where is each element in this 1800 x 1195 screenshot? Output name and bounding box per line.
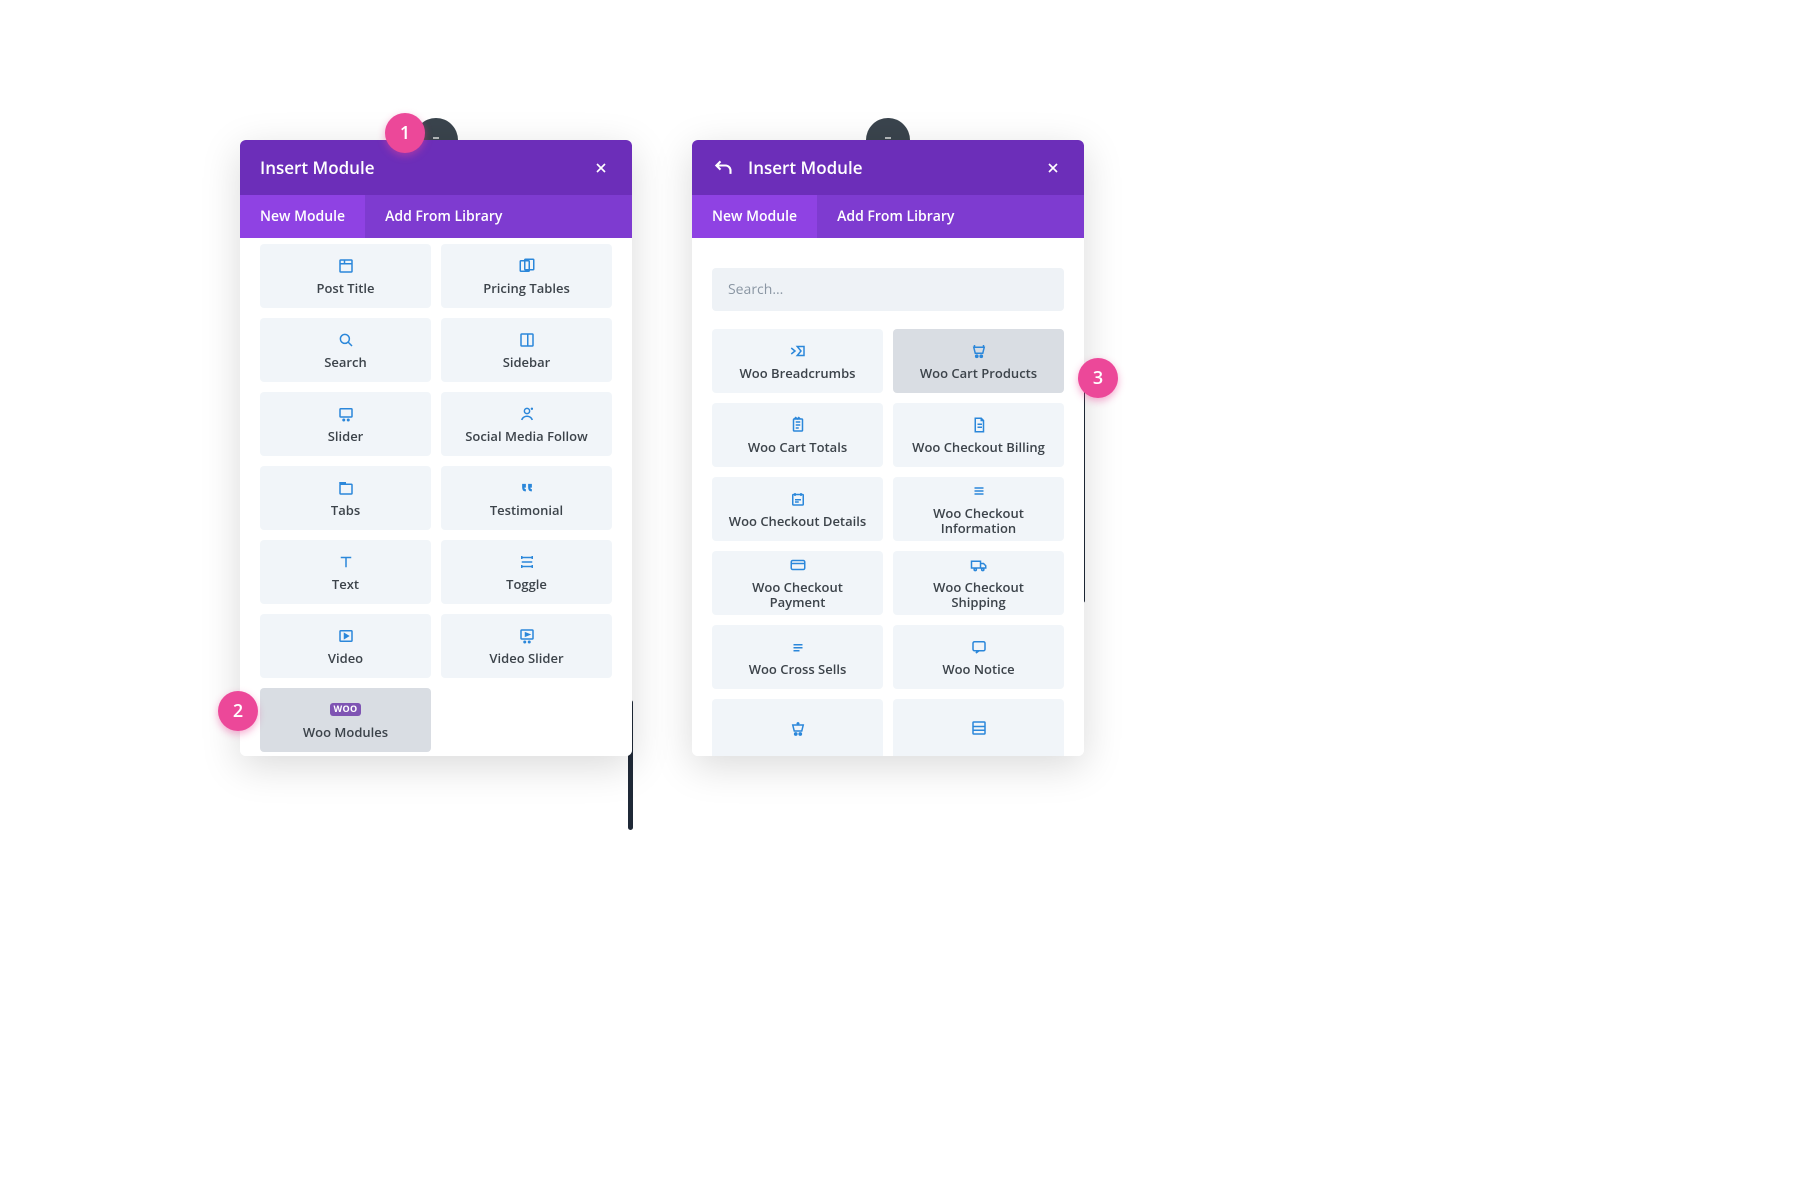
module-toggle[interactable]: Toggle xyxy=(441,540,612,604)
module-label: Woo Checkout Payment xyxy=(733,580,863,610)
module-text[interactable]: Text xyxy=(260,540,431,604)
module-woo-breadcrumbs[interactable]: Woo Breadcrumbs xyxy=(712,329,883,393)
module-label: Post Title xyxy=(317,281,375,296)
module-label: Testimonial xyxy=(490,503,563,518)
receipt-icon xyxy=(789,416,807,434)
woo-icon: WOO xyxy=(330,701,362,719)
lines-icon xyxy=(789,638,807,656)
module-woo-checkout-information[interactable]: Woo Checkout Information xyxy=(893,477,1064,541)
slider-icon xyxy=(337,405,355,423)
module-woo-partial-1[interactable] xyxy=(712,699,883,756)
module-woo-cart-totals[interactable]: Woo Cart Totals xyxy=(712,403,883,467)
grid-icon xyxy=(970,719,988,737)
module-label: Video Slider xyxy=(489,651,563,666)
module-label: Search xyxy=(324,355,367,370)
module-label: Video xyxy=(328,651,363,666)
video-icon xyxy=(337,627,355,645)
search-icon xyxy=(337,331,355,349)
module-label: Social Media Follow xyxy=(465,429,587,444)
modal-title: Insert Module xyxy=(260,156,590,179)
module-sidebar[interactable]: Sidebar xyxy=(441,318,612,382)
module-woo-cart-products[interactable]: Woo Cart Products xyxy=(893,329,1064,393)
module-search[interactable]: Search xyxy=(260,318,431,382)
search-input[interactable]: Search... xyxy=(712,268,1064,311)
module-woo-checkout-payment[interactable]: Woo Checkout Payment xyxy=(712,551,883,615)
social-icon xyxy=(518,405,536,423)
modal-header: Insert Module xyxy=(692,140,1084,195)
module-label: Toggle xyxy=(506,577,547,592)
module-label: Woo Checkout Information xyxy=(914,506,1044,536)
module-woo-notice[interactable]: Woo Notice xyxy=(893,625,1064,689)
card-icon xyxy=(789,556,807,574)
module-label: Woo Checkout Details xyxy=(729,514,866,529)
pricing-icon xyxy=(518,257,536,275)
module-grid: Woo Breadcrumbs Woo Cart Products Woo Ca… xyxy=(712,329,1064,756)
modal-body: Post Title Pricing Tables Search Sidebar xyxy=(240,238,632,756)
module-woo-checkout-details[interactable]: Woo Checkout Details xyxy=(712,477,883,541)
modal-header: Insert Module xyxy=(240,140,632,195)
close-button[interactable] xyxy=(1042,157,1064,179)
annotation-3: 3 xyxy=(1078,358,1118,398)
module-label: Woo Cart Products xyxy=(920,366,1037,381)
modal-body: Search... Woo Breadcrumbs Woo Cart Produ… xyxy=(692,238,1084,756)
module-pricing-tables[interactable]: Pricing Tables xyxy=(441,244,612,308)
toggle-icon xyxy=(518,553,536,571)
module-woo-checkout-billing[interactable]: Woo Checkout Billing xyxy=(893,403,1064,467)
lines-icon xyxy=(970,482,988,500)
notice-icon xyxy=(970,638,988,656)
tab-new-module[interactable]: New Module xyxy=(240,195,365,238)
module-label: Pricing Tables xyxy=(483,281,570,296)
truck-icon xyxy=(970,556,988,574)
module-testimonial[interactable]: Testimonial xyxy=(441,466,612,530)
module-label: Woo Cart Totals xyxy=(748,440,847,455)
tab-add-from-library[interactable]: Add From Library xyxy=(365,195,522,238)
module-woo-modules[interactable]: WOO Woo Modules xyxy=(260,688,431,752)
cart-plus-icon xyxy=(789,719,807,737)
module-label: Text xyxy=(332,577,359,592)
module-video[interactable]: Video xyxy=(260,614,431,678)
module-label: Woo Breadcrumbs xyxy=(740,366,856,381)
module-tabs[interactable]: Tabs xyxy=(260,466,431,530)
module-woo-partial-2[interactable] xyxy=(893,699,1064,756)
quote-icon xyxy=(518,479,536,497)
file-icon xyxy=(970,416,988,434)
post-title-icon xyxy=(337,257,355,275)
tab-add-from-library[interactable]: Add From Library xyxy=(817,195,974,238)
back-button[interactable] xyxy=(712,157,734,179)
module-grid: Post Title Pricing Tables Search Sidebar xyxy=(260,244,612,752)
module-video-slider[interactable]: Video Slider xyxy=(441,614,612,678)
module-slider[interactable]: Slider xyxy=(260,392,431,456)
module-label: Woo Checkout Billing xyxy=(912,440,1045,455)
insert-module-modal-2: Insert Module New Module Add From Librar… xyxy=(692,140,1084,756)
insert-module-modal-1: Insert Module New Module Add From Librar… xyxy=(240,140,632,756)
module-label: Slider xyxy=(328,429,364,444)
module-label: Woo Checkout Shipping xyxy=(914,580,1044,610)
details-icon xyxy=(789,490,807,508)
module-woo-cross-sells[interactable]: Woo Cross Sells xyxy=(712,625,883,689)
module-label: Woo Notice xyxy=(942,662,1014,677)
cart-icon xyxy=(970,342,988,360)
module-label: Sidebar xyxy=(503,355,551,370)
module-social-follow[interactable]: Social Media Follow xyxy=(441,392,612,456)
sidebar-icon xyxy=(518,331,536,349)
module-woo-checkout-shipping[interactable]: Woo Checkout Shipping xyxy=(893,551,1064,615)
module-post-title[interactable]: Post Title xyxy=(260,244,431,308)
text-icon xyxy=(337,553,355,571)
annotation-2: 2 xyxy=(218,691,258,731)
video-slider-icon xyxy=(518,627,536,645)
modal-tabs: New Module Add From Library xyxy=(692,195,1084,238)
module-label: Woo Modules xyxy=(303,725,388,740)
tab-new-module[interactable]: New Module xyxy=(692,195,817,238)
modal-title: Insert Module xyxy=(748,156,1042,179)
module-label: Woo Cross Sells xyxy=(749,662,847,677)
annotation-1: 1 xyxy=(385,113,425,153)
modal-tabs: New Module Add From Library xyxy=(240,195,632,238)
close-button[interactable] xyxy=(590,157,612,179)
tabs-icon xyxy=(337,479,355,497)
module-label: Tabs xyxy=(331,503,360,518)
breadcrumb-icon xyxy=(788,342,808,360)
